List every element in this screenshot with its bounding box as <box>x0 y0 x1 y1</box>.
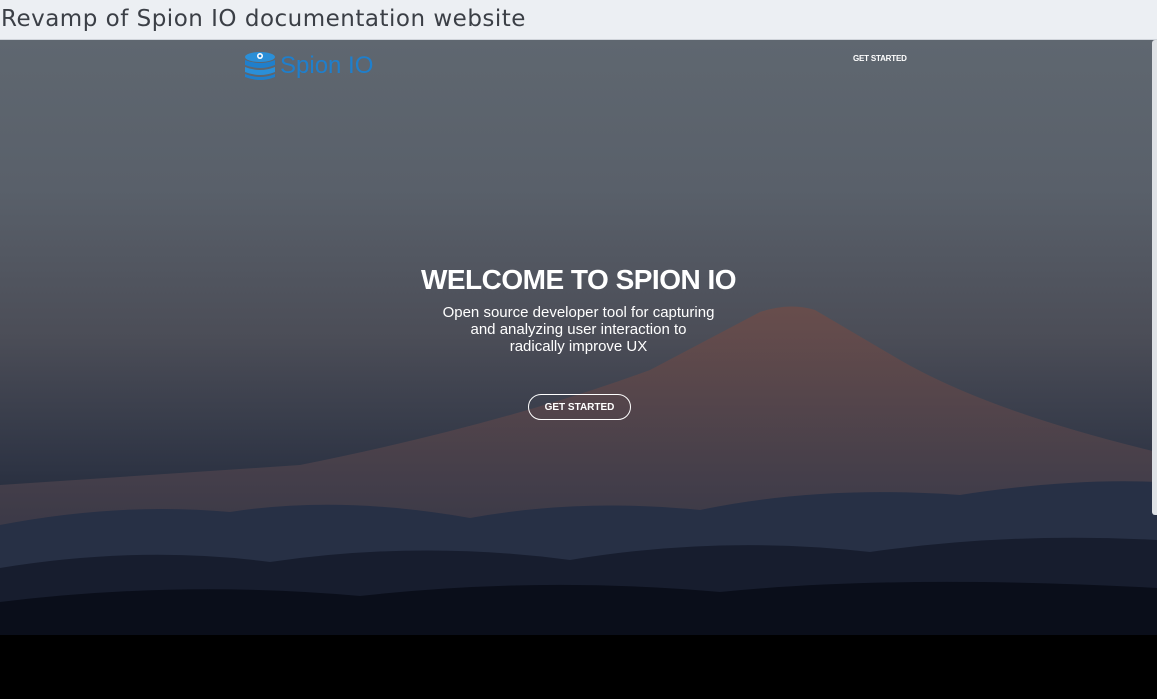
spion-logo[interactable]: Spion IO <box>243 50 373 82</box>
hero-subtitle-line: Open source developer tool for capturing <box>442 304 715 321</box>
hero-subtitle-line: and analyzing user interaction to <box>470 321 687 338</box>
scrollbar-thumb[interactable] <box>1152 40 1157 515</box>
page-footer <box>0 635 1157 699</box>
window-title: Revamp of Spion IO documentation website <box>1 6 526 32</box>
hero-section: Spion IO GET STARTED WELCOME TO SPION IO… <box>0 40 1157 635</box>
logo-text: Spion IO <box>280 52 374 79</box>
hero-subtitle-line: radically improve UX <box>509 338 648 355</box>
window-titlebar: Revamp of Spion IO documentation website <box>0 0 1157 40</box>
nav-get-started-link[interactable]: GET STARTED <box>853 54 907 63</box>
hero-subtitle: Open source developer tool for capturing… <box>0 304 1157 355</box>
database-icon <box>245 52 275 80</box>
page-scrollbar[interactable] <box>1151 40 1157 635</box>
hero-get-started-button[interactable]: GET STARTED <box>528 394 631 420</box>
hero-headline: WELCOME TO SPION IO <box>420 264 737 295</box>
